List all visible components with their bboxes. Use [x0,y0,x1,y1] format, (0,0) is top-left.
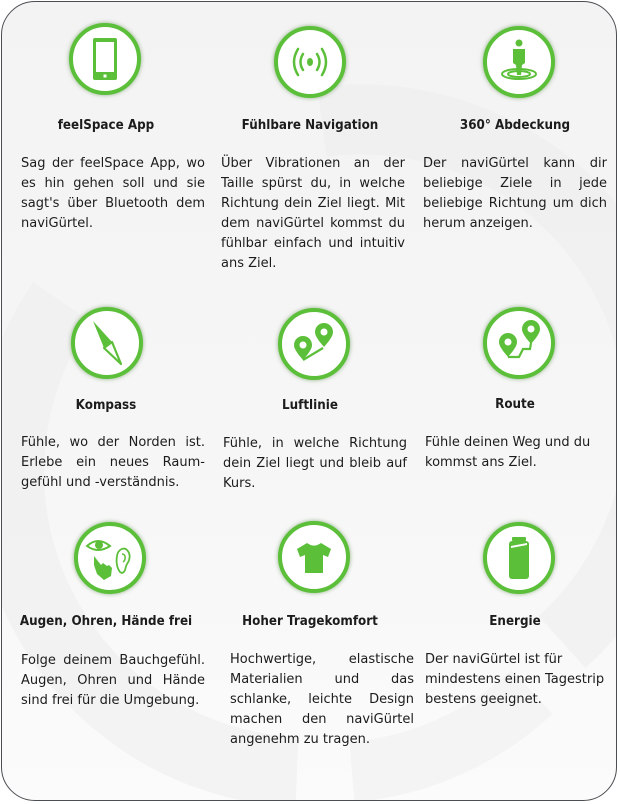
straight-line-pins-icon [294,323,333,361]
feature-description: Fühle, wo der Norden ist. Erlebe ein neu… [21,435,205,490]
feature-title: 360° Abdeckung [459,118,571,133]
icon-badge [69,23,141,95]
icon-badge [274,26,346,98]
feature-title: Luftlinie [281,398,338,413]
vibration-icon [292,47,328,77]
battery-icon [509,537,529,579]
feature-title: Energie [489,614,541,629]
icon-badge [71,307,143,379]
feature-description: Hochwertige, elastische Materialien und … [230,652,414,747]
feature-description: Sag der feelSpace App, wo es hin gehen s… [21,156,205,231]
feature-description: Der naviGürtel kann dir beliebige Ziele … [423,156,607,231]
feature-description: Über Vibrationen an der Taille spürst du… [221,156,405,271]
smartphone-icon [93,38,117,80]
icon-badge [278,308,350,380]
feature-title: Fühlbare Navigation [241,118,379,133]
feature-title: Route [495,397,535,412]
tshirt-icon [297,542,331,573]
compass-icon [93,321,123,366]
feature-card: feelSpace App Sag der feelSpace App, wo … [1,1,617,801]
icon-badge [483,307,555,379]
feature-title: Hoher Tragekomfort [242,614,378,629]
icon-badge [483,26,555,98]
feature-description: Fühle deinen Weg und du kommst ans Ziel. [425,435,591,470]
person-radius-icon [501,39,537,80]
route-pins-icon [499,320,540,359]
icon-badge [278,521,350,593]
feature-title: feelSpace App [57,118,155,133]
feature-description: Folge deinem Bauchgefühl. Augen, Ohren u… [21,653,205,708]
feature-description: Der naviGürtel ist für mindestens einen … [425,652,605,707]
eye-ear-hand-icon [85,540,131,580]
icon-badge [483,522,555,594]
feature-title: Augen, Ohren, Hände frei [19,614,193,629]
feature-title: Kompass [75,398,137,413]
feature-description: Fühle, in welche Richtung dein Ziel lieg… [223,436,407,491]
icon-badge [74,522,146,594]
